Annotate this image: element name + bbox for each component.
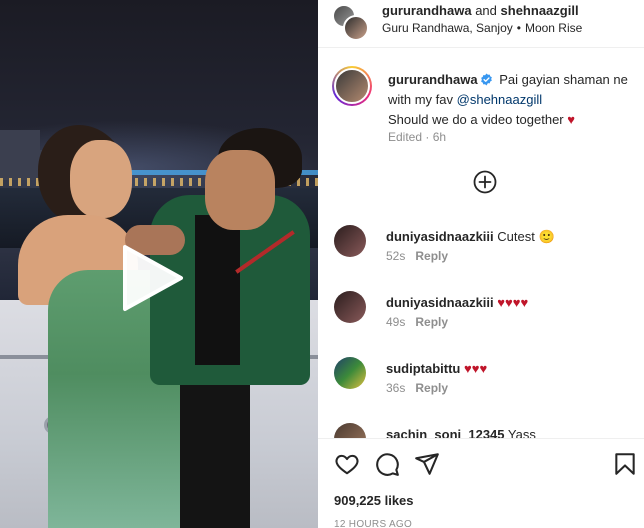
avatar[interactable]: [343, 15, 369, 41]
man-pants: [180, 380, 250, 528]
comment-time: 52s: [386, 249, 406, 263]
comment-text: duniyasidnaazkiii ♥♥♥♥: [386, 295, 528, 310]
caption-timestamp: Edited · 6h: [388, 130, 447, 144]
comment-text: duniyasidnaazkiii Cutest 🙂: [386, 229, 555, 245]
reply-button[interactable]: Reply: [415, 315, 448, 329]
separator: •: [516, 21, 521, 35]
username-link[interactable]: shehnaazgill: [501, 3, 579, 18]
comment-meta: 52s Reply: [386, 249, 448, 263]
comment-body: Cutest 🙂: [497, 229, 555, 244]
post-header: gururandhawa and shehnaazgill Guru Randh…: [318, 0, 644, 48]
avatar[interactable]: [334, 291, 366, 323]
and-text: and: [475, 3, 497, 18]
man-face: [205, 150, 275, 230]
heart-icon[interactable]: [334, 451, 360, 477]
comment-icon[interactable]: [374, 451, 400, 477]
verified-badge-icon: [480, 73, 492, 86]
caption-text: gururandhawa Pai gayian shaman ne with m…: [388, 70, 638, 130]
comment-time: 49s: [386, 315, 406, 329]
caption-username[interactable]: gururandhawa: [388, 72, 478, 87]
header-usernames: gururandhawa and shehnaazgill: [382, 3, 579, 18]
play-icon[interactable]: [117, 243, 187, 313]
likes-count[interactable]: 909,225 likes: [334, 493, 414, 508]
comment-username[interactable]: duniyasidnaazkiii: [386, 295, 494, 310]
action-bar: 909,225 likes 12 HOURS AGO: [318, 438, 644, 528]
post-video[interactable]: [0, 0, 318, 528]
instagram-post: gururandhawa and shehnaazgill Guru Randh…: [0, 0, 644, 528]
comment-meta: 49s Reply: [386, 315, 448, 329]
mention-link[interactable]: @shehnaazgill: [457, 92, 542, 107]
collab-avatars[interactable]: [332, 4, 369, 41]
comment-meta: 36s Reply: [386, 381, 448, 395]
header-subtitle: Guru Randhawa, Sanjoy • Moon Rise: [382, 21, 582, 35]
add-circle-icon[interactable]: [473, 170, 497, 194]
caption-body: Should we do a video together: [388, 112, 564, 127]
post-side-panel: gururandhawa and shehnaazgill Guru Randh…: [318, 0, 644, 528]
heart-emoji: ♥: [567, 112, 575, 127]
post-timestamp: 12 HOURS AGO: [334, 519, 413, 528]
background-building: [0, 130, 40, 180]
avatar[interactable]: [334, 225, 366, 257]
comment-text: sudiptabittu ♥♥♥: [386, 361, 487, 376]
reply-button[interactable]: Reply: [415, 381, 448, 395]
username-link[interactable]: gururandhawa: [382, 3, 472, 18]
audio-link[interactable]: Moon Rise: [525, 21, 582, 35]
avatar[interactable]: [334, 357, 366, 389]
comment-body: ♥♥♥: [464, 361, 488, 376]
comment-username[interactable]: sudiptabittu: [386, 361, 460, 376]
comment-time: 36s: [386, 381, 406, 395]
comment-body: ♥♥♥♥: [497, 295, 529, 310]
woman-face: [70, 140, 132, 218]
bookmark-icon[interactable]: [612, 451, 638, 477]
reply-button[interactable]: Reply: [415, 249, 448, 263]
collaborators-link[interactable]: Guru Randhawa, Sanjoy: [382, 21, 513, 35]
avatar[interactable]: [332, 66, 372, 106]
black-shirt: [195, 215, 240, 365]
share-icon[interactable]: [414, 451, 440, 477]
comment-username[interactable]: duniyasidnaazkiii: [386, 229, 494, 244]
